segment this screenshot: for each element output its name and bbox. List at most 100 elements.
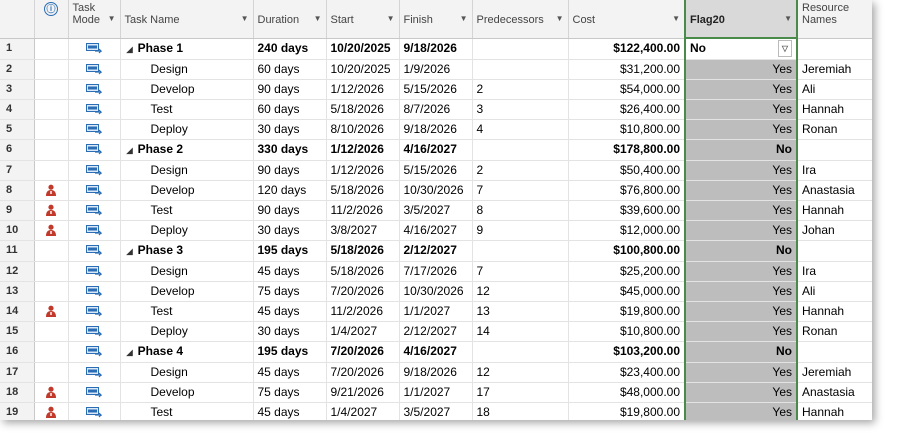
collapse-triangle-icon[interactable]: ◢ [127,45,133,54]
task-row[interactable]: 19 Test 45 days 1/4/2027 3/5/2027 18 $19,800.0… [0,402,872,420]
duration-cell[interactable]: 45 days [253,261,327,282]
start-cell[interactable]: 7/20/2026 [326,281,400,302]
cost-cell[interactable]: $10,800.00 [568,119,686,140]
finish-cell[interactable]: 3/5/2027 [399,200,473,221]
row-number[interactable]: 3 [0,79,35,100]
predecessors-cell[interactable]: 18 [472,402,569,420]
flag20-cell[interactable]: No [684,240,798,262]
row-number[interactable]: 17 [0,362,35,383]
duration-cell[interactable]: 195 days [253,240,327,262]
collapse-triangle-icon[interactable]: ◢ [127,146,133,155]
chevron-down-icon[interactable]: ▼ [672,14,680,23]
task-name-cell[interactable]: Test [120,99,254,120]
start-cell[interactable]: 7/20/2026 [326,362,400,383]
header-resource-names[interactable]: Resource Names [797,0,872,39]
cost-cell[interactable]: $19,800.00 [568,402,686,420]
flag20-cell[interactable]: Yes [684,79,798,100]
flag20-cell[interactable]: Yes [684,160,798,181]
flag20-cell[interactable]: Yes [684,281,798,302]
start-cell[interactable]: 10/20/2025 [326,59,400,80]
task-row[interactable]: 17 Design 45 days 7/20/2026 9/18/2026 12 $23,4… [0,362,872,383]
resource-names-cell[interactable]: Ronan [797,321,872,342]
chevron-down-icon[interactable]: ▼ [241,14,249,23]
predecessors-cell[interactable]: 12 [472,362,569,383]
start-cell[interactable]: 5/18/2026 [326,99,400,120]
header-flag20[interactable]: Flag20 ▼ [684,0,798,39]
task-name-cell[interactable]: Deploy [120,119,254,140]
cost-cell[interactable]: $10,800.00 [568,321,686,342]
predecessors-cell[interactable]: 3 [472,99,569,120]
task-row[interactable]: 3 Develop 90 days 1/12/2026 5/15/2026 2 $54,00… [0,79,872,100]
start-cell[interactable]: 9/21/2026 [326,382,400,403]
cost-cell[interactable]: $45,000.00 [568,281,686,302]
start-cell[interactable]: 11/2/2026 [326,200,400,221]
flag20-cell[interactable]: Yes [684,200,798,221]
finish-cell[interactable]: 4/16/2027 [399,139,473,161]
predecessors-cell[interactable] [472,341,569,363]
start-cell[interactable]: 10/20/2025 [326,38,400,60]
row-number[interactable]: 16 [0,341,35,363]
header-finish[interactable]: Finish ▼ [399,0,473,39]
resource-names-cell[interactable] [797,240,872,262]
task-row[interactable]: 8 Develop 120 days 5/18/2026 10/30/2026 7 $76,… [0,180,872,201]
duration-cell[interactable]: 240 days [253,38,327,60]
task-mode-cell[interactable] [68,321,121,342]
resource-names-cell[interactable]: Jeremiah [797,362,872,383]
task-mode-cell[interactable] [68,382,121,403]
header-cost[interactable]: Cost ▼ [568,0,686,39]
flag20-cell[interactable]: No [684,139,798,161]
header-indicators[interactable]: ⓘ [34,0,69,39]
finish-cell[interactable]: 1/1/2027 [399,382,473,403]
row-number[interactable]: 13 [0,281,35,302]
finish-cell[interactable]: 4/16/2027 [399,220,473,241]
task-mode-cell[interactable] [68,341,121,363]
resource-names-cell[interactable]: Anastasia [797,382,872,403]
start-cell[interactable]: 1/4/2027 [326,321,400,342]
task-name-cell[interactable]: ◢ Phase 1 [120,38,254,60]
task-row[interactable]: 18 Develop 75 days 9/21/2026 1/1/2027 17 $48,0… [0,382,872,403]
task-mode-cell[interactable] [68,38,121,60]
resource-names-cell[interactable]: Ira [797,160,872,181]
flag20-cell[interactable]: Yes [684,402,798,420]
task-row[interactable]: 14 Test 45 days 11/2/2026 1/1/2027 13 $19,800.… [0,301,872,322]
select-all-corner[interactable] [0,0,35,39]
resource-names-cell[interactable] [797,341,872,363]
header-task-name[interactable]: Task Name ▼ [120,0,254,39]
task-name-cell[interactable]: ◢ Phase 4 [120,341,254,363]
task-row[interactable]: 9 Test 90 days 11/2/2026 3/5/2027 8 $39,600.00… [0,200,872,221]
duration-cell[interactable]: 45 days [253,362,327,383]
flag20-cell[interactable]: Yes [684,180,798,201]
cost-cell[interactable]: $23,400.00 [568,362,686,383]
duration-cell[interactable]: 90 days [253,160,327,181]
flag20-cell[interactable]: Yes [684,261,798,282]
task-row[interactable]: 10 Deploy 30 days 3/8/2027 4/16/2027 9 $12,000… [0,220,872,241]
header-start[interactable]: Start ▼ [326,0,400,39]
finish-cell[interactable]: 8/7/2026 [399,99,473,120]
start-cell[interactable]: 1/12/2026 [326,79,400,100]
cost-cell[interactable]: $12,000.00 [568,220,686,241]
finish-cell[interactable]: 9/18/2026 [399,38,473,60]
predecessors-cell[interactable]: 2 [472,160,569,181]
task-mode-cell[interactable] [68,139,121,161]
resource-names-cell[interactable]: Johan [797,220,872,241]
task-row[interactable]: 4 Test 60 days 5/18/2026 8/7/2026 3 $26,400.00… [0,99,872,120]
resource-names-cell[interactable]: Hannah [797,301,872,322]
finish-cell[interactable]: 5/15/2026 [399,79,473,100]
task-name-cell[interactable]: Test [120,402,254,420]
resource-names-cell[interactable]: Hannah [797,200,872,221]
task-name-cell[interactable]: ◢ Phase 3 [120,240,254,262]
task-mode-cell[interactable] [68,160,121,181]
start-cell[interactable]: 1/4/2027 [326,402,400,420]
task-mode-cell[interactable] [68,281,121,302]
cost-cell[interactable]: $26,400.00 [568,99,686,120]
duration-cell[interactable]: 30 days [253,220,327,241]
duration-cell[interactable]: 45 days [253,301,327,322]
resource-names-cell[interactable] [797,38,872,60]
chevron-down-icon[interactable]: ▼ [314,14,322,23]
task-mode-cell[interactable] [68,200,121,221]
task-mode-cell[interactable] [68,180,121,201]
predecessors-cell[interactable]: 14 [472,321,569,342]
cost-cell[interactable]: $25,200.00 [568,261,686,282]
predecessors-cell[interactable]: 7 [472,261,569,282]
task-name-cell[interactable]: Test [120,200,254,221]
